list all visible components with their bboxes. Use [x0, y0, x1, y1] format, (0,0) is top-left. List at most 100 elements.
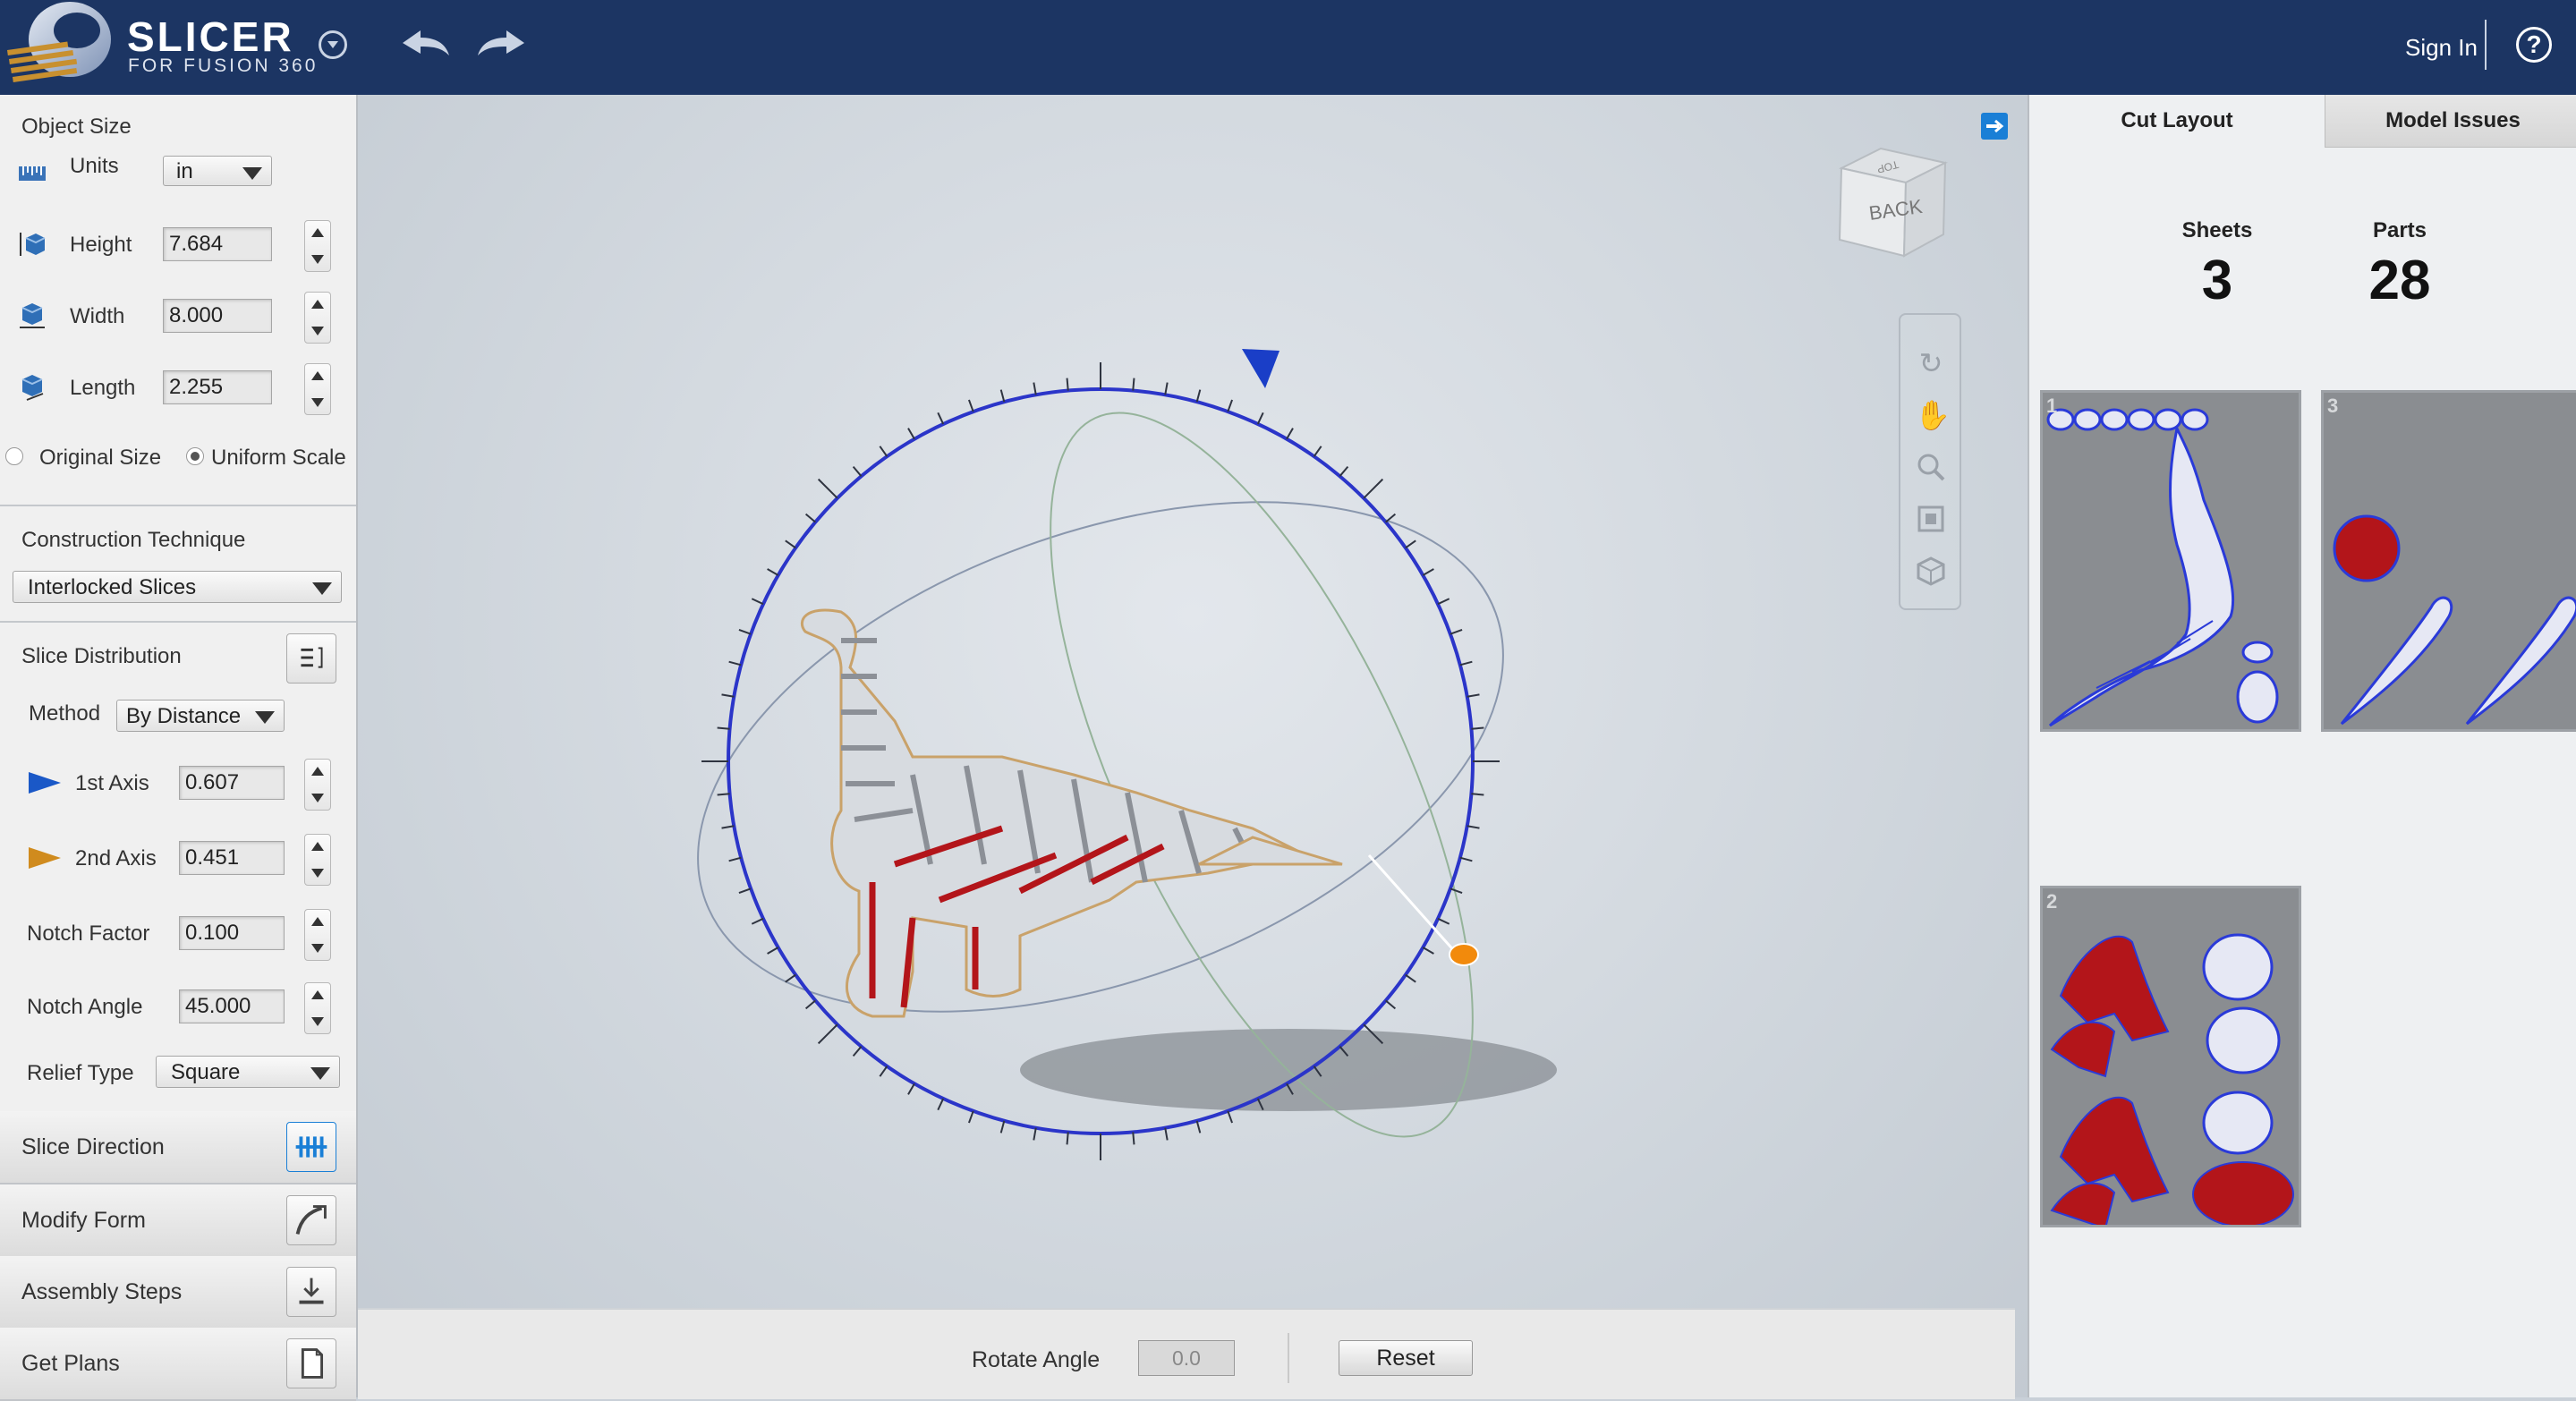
arrow-down-icon[interactable] — [311, 1017, 324, 1026]
sheet-thumbnail[interactable]: 2 — [2040, 886, 2301, 1227]
ring-tick — [1437, 917, 1450, 925]
ring-tick — [1256, 412, 1264, 425]
sheet-preview — [2333, 514, 2576, 726]
construction-select[interactable]: Interlocked Slices — [13, 571, 342, 603]
slice-direction-button[interactable] — [286, 1122, 336, 1172]
notch-angle-input[interactable] — [179, 989, 285, 1023]
parts-label: Parts — [2372, 218, 2427, 242]
ring-tick — [767, 568, 779, 576]
assembly-steps-step[interactable]: Assembly Steps — [0, 1256, 356, 1329]
view-cube[interactable]: BACK TOP — [1829, 140, 1954, 265]
model-scene[interactable] — [358, 95, 2028, 1213]
height-label: Height — [70, 233, 132, 257]
modify-form-step[interactable]: Modify Form — [0, 1184, 356, 1258]
zoom-icon[interactable] — [1915, 451, 1947, 483]
relief-type-select[interactable]: Square — [156, 1056, 340, 1088]
method-value: By Distance — [126, 704, 242, 728]
arrow-up-icon[interactable] — [311, 917, 324, 926]
ring-tick — [804, 513, 816, 523]
get-plans-button[interactable] — [286, 1338, 336, 1388]
parts-count: 28 — [2368, 250, 2431, 311]
ring-tick — [879, 446, 888, 457]
arrow-down-icon[interactable] — [311, 869, 324, 878]
second-axis-stepper[interactable] — [304, 834, 331, 886]
rotate-handle-orange[interactable] — [1449, 943, 1479, 966]
notch-factor-input[interactable] — [179, 916, 285, 950]
second-axis-input[interactable] — [179, 841, 285, 875]
orbit-icon[interactable]: ↻ — [1915, 347, 1947, 379]
arrow-down-icon[interactable] — [311, 255, 324, 264]
reset-button[interactable]: Reset — [1339, 1340, 1473, 1376]
ring-tick — [738, 887, 752, 895]
width-icon — [20, 303, 45, 328]
height-icon — [20, 233, 46, 256]
original-size-radio[interactable] — [5, 447, 23, 465]
ring-tick — [907, 1083, 915, 1095]
length-input[interactable] — [163, 370, 272, 404]
fit-view-icon[interactable] — [1915, 503, 1947, 535]
slice-direction-step[interactable]: Slice Direction — [0, 1111, 356, 1184]
arrow-up-icon[interactable] — [311, 228, 324, 237]
3d-viewport[interactable]: BACK TOP ↻ ✋ Rotate Angle 0.0 Reset — [358, 95, 2028, 1399]
toolbar-divider — [1288, 1333, 1289, 1383]
arrow-up-icon[interactable] — [311, 300, 324, 309]
expand-arrow-icon[interactable] — [1981, 113, 2008, 140]
arrow-up-icon[interactable] — [311, 842, 324, 851]
ring-tick — [937, 1098, 945, 1111]
length-stepper[interactable] — [304, 363, 331, 415]
sheet-number: 1 — [2046, 395, 2058, 417]
width-stepper[interactable] — [304, 292, 331, 344]
arrow-down-icon[interactable] — [311, 944, 324, 953]
notch-factor-stepper[interactable] — [304, 909, 331, 961]
top-bar: SLICER FOR FUSION 360 Sign In ? — [0, 0, 2576, 95]
help-icon[interactable]: ? — [2516, 27, 2552, 63]
ring-tick — [852, 1046, 863, 1057]
undo-icon[interactable] — [399, 25, 453, 61]
slice-direction-label: Slice Direction — [21, 1134, 165, 1159]
width-input[interactable] — [163, 299, 272, 333]
ring-tick — [1164, 382, 1169, 395]
ring-tick — [907, 428, 915, 440]
ring-tick — [767, 947, 779, 955]
method-select[interactable]: By Distance — [116, 700, 285, 732]
ring-tick — [1033, 382, 1037, 395]
sheet-thumbnail[interactable]: 3 — [2321, 390, 2576, 732]
chevron-down-icon — [310, 1067, 330, 1080]
right-panel: Cut Layout Model Issues Sheets 3 Parts 2… — [2028, 95, 2576, 1397]
sheet-thumbnail[interactable]: 1 — [2040, 390, 2301, 732]
slice-list-button[interactable] — [286, 633, 336, 684]
arrow-down-icon[interactable] — [311, 327, 324, 335]
relief-type-label: Relief Type — [27, 1061, 134, 1085]
modify-form-button[interactable] — [286, 1195, 336, 1245]
height-input[interactable] — [163, 227, 272, 261]
ring-tick — [1422, 947, 1434, 955]
ring-tick — [751, 598, 764, 606]
units-select[interactable]: in — [163, 156, 272, 186]
notch-angle-stepper[interactable] — [304, 982, 331, 1034]
uniform-scale-radio[interactable] — [186, 447, 204, 465]
rotate-toolbar: Rotate Angle 0.0 Reset — [358, 1308, 2015, 1399]
menu-dropdown-icon[interactable] — [319, 30, 347, 59]
ring-tick — [967, 399, 974, 412]
modify-form-label: Modify Form — [21, 1208, 146, 1233]
height-stepper[interactable] — [304, 220, 331, 272]
arrow-down-icon[interactable] — [311, 794, 324, 802]
view-cube-home-icon[interactable] — [1915, 555, 1947, 587]
slice-axis-marker-icon[interactable] — [1242, 349, 1279, 388]
pan-hand-icon[interactable]: ✋ — [1915, 399, 1951, 431]
sign-in-link[interactable]: Sign In — [2405, 34, 2478, 62]
arrow-up-icon[interactable] — [311, 371, 324, 380]
construction-heading: Construction Technique — [21, 528, 246, 552]
assembly-steps-button[interactable] — [286, 1267, 336, 1317]
arrow-up-icon[interactable] — [311, 990, 324, 999]
rotate-angle-input[interactable]: 0.0 — [1138, 1340, 1235, 1376]
arrow-down-icon[interactable] — [311, 398, 324, 407]
redo-icon[interactable] — [474, 25, 528, 61]
sheet-preview — [2046, 408, 2279, 727]
first-axis-stepper[interactable] — [304, 759, 331, 811]
get-plans-step[interactable]: Get Plans — [0, 1328, 356, 1401]
arrow-up-icon[interactable] — [311, 767, 324, 776]
first-axis-input[interactable] — [179, 766, 285, 800]
tab-model-issues[interactable]: Model Issues — [2325, 95, 2576, 148]
tab-cut-layout[interactable]: Cut Layout — [2029, 95, 2325, 147]
